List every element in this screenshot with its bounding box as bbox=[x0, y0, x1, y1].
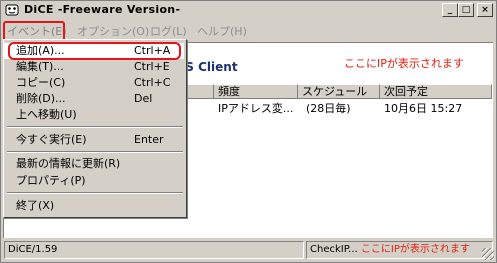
menu-item-label: 終了(X) bbox=[16, 199, 55, 212]
cell-schedule: (28日毎) bbox=[306, 102, 351, 115]
menu-separator bbox=[7, 126, 183, 128]
menu-item-edit[interactable]: 編集(T)... Ctrl+E bbox=[4, 59, 184, 75]
menu-item-add-highlight-frame bbox=[8, 42, 181, 60]
menu-item-shortcut: Del bbox=[134, 92, 153, 105]
menu-item-label: 上へ移動(U) bbox=[16, 108, 77, 121]
status-checkip: CheckIP... ここにIPが表示されます bbox=[306, 241, 493, 259]
menu-item-label: 編集(T)... bbox=[16, 60, 64, 73]
menu-item-label: 削除(D)... bbox=[16, 92, 66, 105]
resize-grip-icon[interactable] bbox=[482, 248, 494, 260]
cell-next: 10月6日 15:27 bbox=[384, 102, 463, 115]
event-dropdown-menu: 追加(A)... Ctrl+A 編集(T)... Ctrl+E コピー(C) C… bbox=[3, 39, 187, 218]
menu-item-exit[interactable]: 終了(X) bbox=[4, 198, 184, 214]
dice-app-icon bbox=[5, 4, 19, 16]
menu-log[interactable]: ログ(L) bbox=[150, 23, 187, 39]
menu-help[interactable]: ヘルプ(H) bbox=[197, 23, 247, 39]
column-header-schedule[interactable]: スケジュール bbox=[298, 84, 380, 99]
window-title: DiCE -Freeware Version- bbox=[24, 3, 181, 16]
menu-bar: イベント(E) オプション(O) ログ(L) ヘルプ(H) bbox=[2, 20, 495, 40]
minimize-button[interactable]: _ bbox=[442, 3, 458, 17]
menu-item-move-up[interactable]: 上へ移動(U) bbox=[4, 107, 184, 123]
status-bar: DiCE/1.59 CheckIP... ここにIPが表示されます bbox=[2, 239, 495, 261]
column-header-next[interactable]: 次回予定 bbox=[380, 84, 492, 99]
ip-display-note: ここにIPが表示されます bbox=[344, 57, 464, 70]
menu-item-shortcut: Enter bbox=[134, 133, 164, 146]
app-window: DiCE -Freeware Version- _ □ × イベント(E) オプ… bbox=[0, 0, 497, 263]
menu-item-label: コピー(C) bbox=[16, 76, 66, 89]
close-button[interactable]: × bbox=[477, 3, 493, 17]
menu-option[interactable]: オプション(O) bbox=[77, 23, 149, 39]
menu-item-properties[interactable]: プロパティ(P) bbox=[4, 173, 184, 189]
status-version: DiCE/1.59 bbox=[4, 241, 304, 259]
column-header-frequency[interactable]: 頻度 bbox=[214, 84, 298, 99]
menu-item-run-now[interactable]: 今すぐ実行(E) Enter bbox=[4, 132, 184, 148]
menu-item-label: 最新の情報に更新(R) bbox=[16, 157, 121, 170]
menu-item-shortcut: Ctrl+E bbox=[134, 60, 170, 73]
menu-item-label: プロパティ(P) bbox=[16, 174, 86, 187]
menu-item-label: 今すぐ実行(E) bbox=[16, 133, 87, 146]
menu-separator bbox=[7, 192, 183, 194]
status-checkip-label: CheckIP... bbox=[310, 244, 358, 255]
menu-separator bbox=[7, 151, 183, 153]
cell-frequency: IPアドレス変... bbox=[218, 102, 294, 115]
status-ip-note: ここにIPが表示されます bbox=[360, 244, 470, 255]
title-bar[interactable]: DiCE -Freeware Version- _ □ × bbox=[2, 2, 495, 19]
menu-item-delete[interactable]: 削除(D)... Del bbox=[4, 91, 184, 107]
menu-item-refresh[interactable]: 最新の情報に更新(R) bbox=[4, 156, 184, 172]
menu-item-shortcut: Ctrl+C bbox=[134, 76, 171, 89]
menu-item-copy[interactable]: コピー(C) Ctrl+C bbox=[4, 75, 184, 91]
maximize-button[interactable]: □ bbox=[458, 3, 474, 17]
